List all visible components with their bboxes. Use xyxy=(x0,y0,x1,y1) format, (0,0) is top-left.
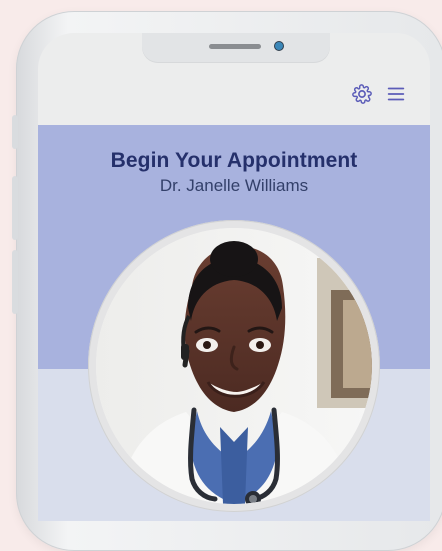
gear-icon xyxy=(352,84,372,104)
phone-side-button xyxy=(12,250,18,314)
phone-side-button xyxy=(12,115,18,149)
doctor-portrait-image xyxy=(96,228,372,504)
page-title: Begin Your Appointment xyxy=(110,149,358,172)
hamburger-menu-icon xyxy=(387,87,405,101)
phone-screen: Begin Your Appointment Dr. Janelle Willi… xyxy=(38,33,430,521)
doctor-name: Dr. Janelle Williams xyxy=(159,176,309,195)
top-action-bar xyxy=(350,82,408,106)
doctor-photo xyxy=(96,228,372,504)
front-camera xyxy=(275,42,283,50)
phone-side-button xyxy=(12,176,18,240)
phone-notch xyxy=(142,33,330,63)
menu-button[interactable] xyxy=(384,82,408,106)
speaker-grill xyxy=(209,44,261,49)
settings-button[interactable] xyxy=(350,82,374,106)
